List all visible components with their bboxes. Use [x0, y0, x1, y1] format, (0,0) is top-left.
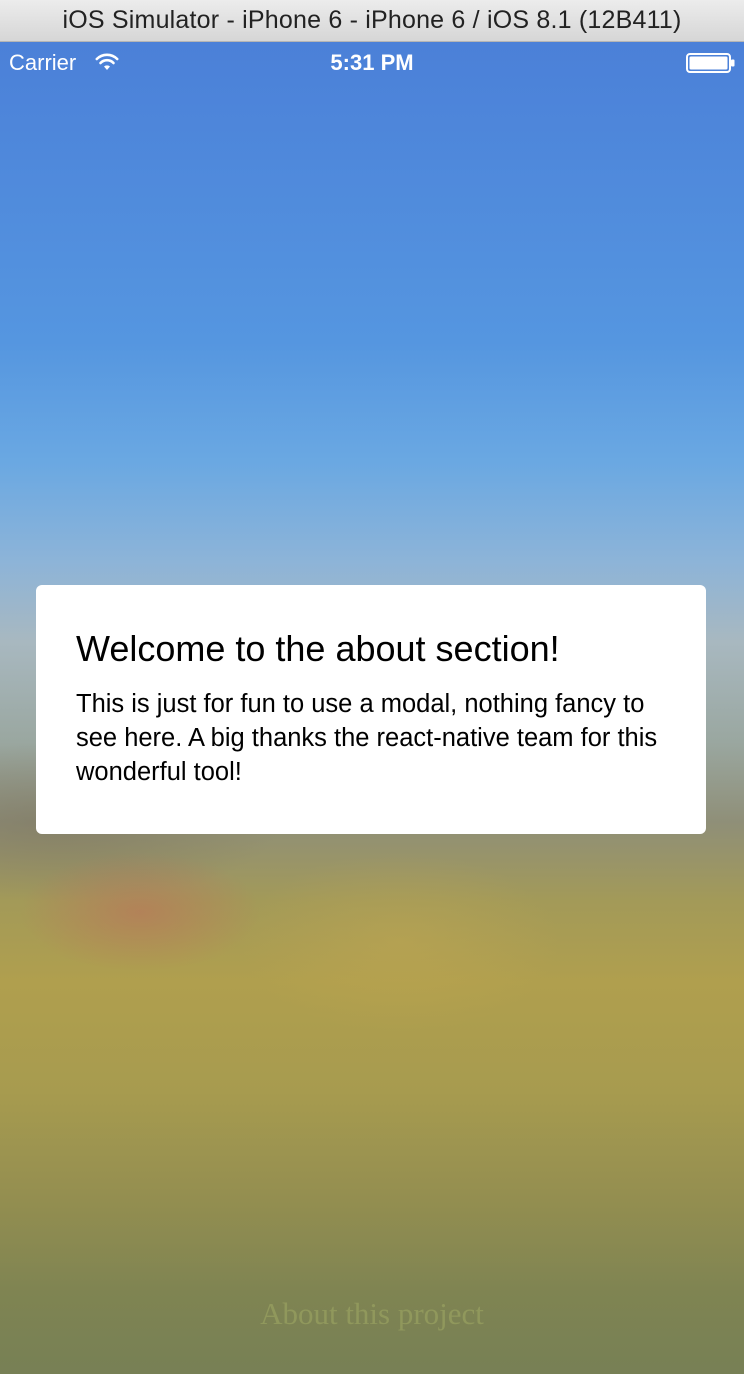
device-screen: Carrier 5:31 PM Welcome to the about sec… [0, 42, 744, 1374]
about-modal[interactable]: Welcome to the about section! This is ju… [36, 585, 706, 834]
modal-body-text: This is just for fun to use a modal, not… [76, 690, 658, 786]
simulator-window: iOS Simulator - iPhone 6 - iPhone 6 / iO… [0, 0, 744, 1374]
about-project-link[interactable]: About this project [0, 1296, 744, 1332]
modal-title: Welcome to the about section! [76, 628, 560, 669]
simulator-titlebar: iOS Simulator - iPhone 6 - iPhone 6 / iO… [0, 0, 744, 42]
window-title: iOS Simulator - iPhone 6 - iPhone 6 / iO… [62, 6, 682, 34]
battery-icon [686, 53, 735, 73]
status-bar: Carrier 5:31 PM [0, 42, 744, 84]
clock: 5:31 PM [330, 50, 414, 75]
